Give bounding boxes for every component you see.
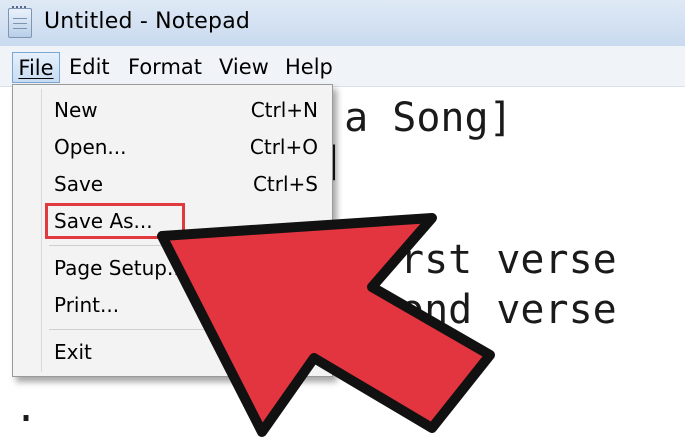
menu-item-print[interactable]: Print... xyxy=(54,290,322,320)
menu-view[interactable]: View xyxy=(219,52,269,82)
notepad-icon xyxy=(8,6,32,38)
menu-item-open[interactable]: Open... Ctrl+O xyxy=(54,132,322,162)
menu-file-label: File xyxy=(18,56,54,80)
save-as-highlight-box xyxy=(45,203,185,239)
menu-format[interactable]: Format xyxy=(128,52,202,82)
editor-line: a Song] xyxy=(320,95,513,141)
menu-separator xyxy=(49,329,325,330)
window-title: Untitled - Notepad xyxy=(44,9,251,34)
editor-line: . xyxy=(14,385,39,431)
menu-help[interactable]: Help xyxy=(285,52,333,82)
menu-item-label: Print... xyxy=(54,293,120,317)
menu-item-save[interactable]: Save Ctrl+S xyxy=(54,169,322,199)
menu-item-exit[interactable]: Exit xyxy=(54,337,322,367)
menu-item-label: Page Setup... xyxy=(54,256,187,280)
editor-line: rst verse xyxy=(400,237,617,283)
menu-separator xyxy=(49,245,325,246)
title-bar: Untitled - Notepad xyxy=(0,0,685,47)
menu-item-new[interactable]: New Ctrl+N xyxy=(54,95,322,125)
editor-line: ond verse xyxy=(400,287,617,333)
menu-edit[interactable]: Edit xyxy=(69,52,110,82)
menu-item-label: Open... xyxy=(54,135,127,159)
menu-item-label: Save xyxy=(54,172,104,196)
menu-item-label: Exit xyxy=(54,340,92,364)
menu-item-shortcut: Ctrl+S xyxy=(252,172,318,196)
menu-item-shortcut: Ctrl+N xyxy=(250,98,318,122)
menu-item-page-setup[interactable]: Page Setup... xyxy=(54,253,322,283)
menu-file[interactable]: File xyxy=(12,52,60,83)
file-menu-dropdown: New Ctrl+N Open... Ctrl+O Save Ctrl+S Sa… xyxy=(12,84,333,377)
menu-item-shortcut: Ctrl+O xyxy=(249,135,318,159)
menu-gutter xyxy=(41,89,42,372)
menu-item-label: New xyxy=(54,98,98,122)
